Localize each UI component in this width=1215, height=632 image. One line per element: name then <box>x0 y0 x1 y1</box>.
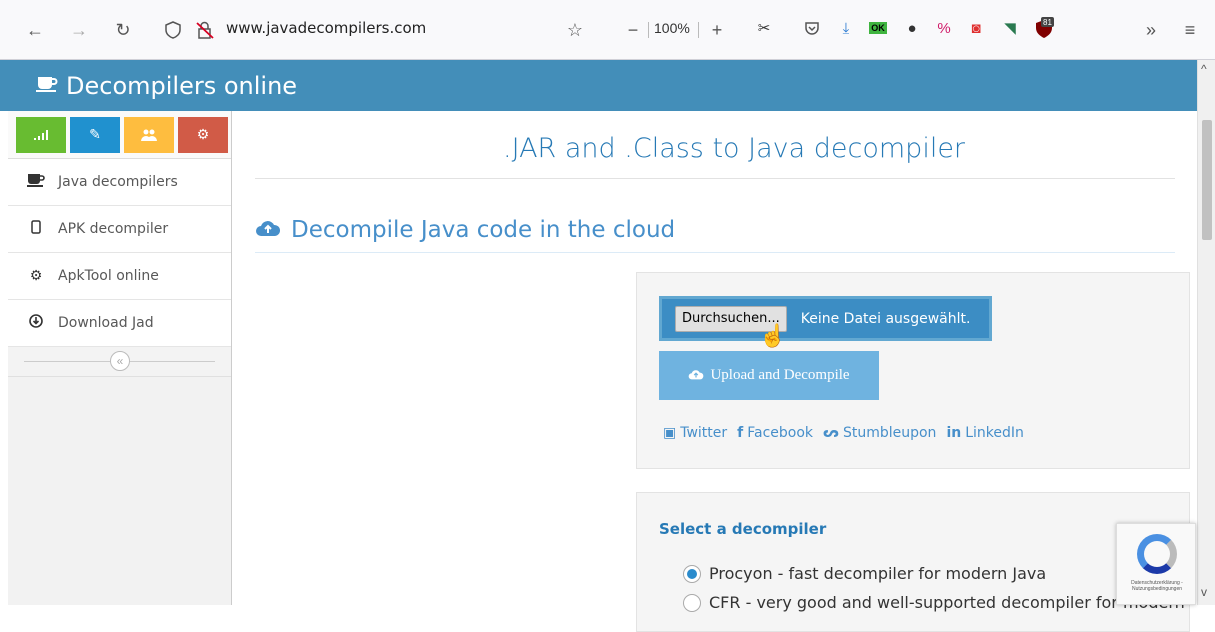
screenshot-extension-icon[interactable]: ✂ <box>752 16 776 40</box>
recaptcha-badge[interactable]: Datenschutzerklärung - Nutzungsbedingung… <box>1116 523 1196 605</box>
sidebar-item-label: ApkTool online <box>58 268 159 284</box>
sidebar-item-apktool-online[interactable]: ⚙ ApkTool online <box>8 253 231 300</box>
zoom-level[interactable]: 100% <box>654 20 690 36</box>
sidebar: ✎ ⚙ Java decompilers APK decompiler ⚙ Ap… <box>8 111 232 605</box>
twitter-link[interactable]: ▣ Twitter <box>663 425 727 441</box>
radio-button[interactable] <box>683 593 701 612</box>
stumbleupon-icon: ᔕ <box>823 425 839 441</box>
scroll-thumb[interactable] <box>1202 120 1212 240</box>
linkedin-icon: in <box>946 425 962 441</box>
twitter-icon: ▣ <box>663 425 677 441</box>
recaptcha-text[interactable]: Datenschutzerklärung - Nutzungsbedingung… <box>1121 580 1193 592</box>
link-extension-icon[interactable]: % <box>932 16 956 40</box>
zoom-in-button[interactable]: + <box>702 15 732 45</box>
facebook-link[interactable]: f Facebook <box>737 425 813 441</box>
ublock-extension-icon[interactable]: 81 <box>1032 16 1056 40</box>
coffee-cup-icon <box>36 74 58 98</box>
ok-extension-label: OK <box>869 22 887 34</box>
decompiler-option[interactable]: CFR - very good and well-supported decom… <box>683 593 1185 612</box>
divider <box>648 22 649 38</box>
browser-toolbar: ← → ↻ www.javadecompilers.com ☆ − 100% +… <box>0 0 1215 60</box>
upload-panel: Durchsuchen... Keine Datei ausgewählt. ☝… <box>636 272 1190 469</box>
hamburger-menu-icon[interactable]: ≡ <box>1175 15 1205 45</box>
reload-icon[interactable]: ↻ <box>108 15 138 45</box>
decompiler-select-panel: Select a decompiler Procyon - fast decom… <box>636 492 1190 632</box>
download-icon[interactable]: ⤓ <box>834 16 858 40</box>
forward-arrow-icon[interactable]: → <box>64 15 94 45</box>
upload-button-label: Upload and Decompile <box>710 367 850 383</box>
file-status: Keine Datei ausgewählt. <box>800 310 971 327</box>
cloud-upload-icon <box>688 368 704 384</box>
stumbleupon-label: Stumbleupon <box>842 425 937 441</box>
linkedin-link[interactable]: in LinkedIn <box>946 425 1023 441</box>
scroll-up-icon[interactable]: ^ <box>1201 62 1207 76</box>
main-content: .JAR and .Class to Java decompiler Decom… <box>233 111 1197 632</box>
section-title: Decompile Java code in the cloud <box>255 217 675 243</box>
bookmark-star-icon[interactable]: ☆ <box>560 15 590 45</box>
sidebar-collapse-row: « <box>8 347 231 377</box>
divider <box>255 252 1175 253</box>
ok-extension-icon[interactable]: OK <box>866 16 890 40</box>
coffee-cup-icon <box>24 173 48 191</box>
zoom-out-button[interactable]: − <box>618 15 648 45</box>
camera-extension-icon[interactable]: ◙ <box>964 16 988 40</box>
signal-bars-icon[interactable] <box>16 116 66 153</box>
brand-title[interactable]: Decompilers online <box>66 72 297 100</box>
cloud-upload-icon <box>255 218 281 242</box>
gear-icon: ⚙ <box>29 268 43 284</box>
hand-cursor-icon: ☝ <box>759 323 787 348</box>
section-title-text: Decompile Java code in the cloud <box>291 217 676 243</box>
mobile-phone-icon <box>24 220 48 238</box>
decompiler-option-label: CFR - very good and well-supported decom… <box>709 593 1185 612</box>
scroll-down-icon[interactable]: v <box>1201 585 1207 599</box>
divider <box>255 178 1175 179</box>
extension-icon[interactable]: ● <box>900 16 924 40</box>
pencil-icon[interactable]: ✎ <box>70 116 120 153</box>
sidebar-item-java-decompilers[interactable]: Java decompilers <box>8 159 231 206</box>
sidebar-item-label: Java decompilers <box>58 174 178 190</box>
upload-decompile-button[interactable]: Upload and Decompile <box>659 351 879 400</box>
sidebar-item-apk-decompiler[interactable]: APK decompiler <box>8 206 231 253</box>
twitter-label: Twitter <box>680 425 728 441</box>
overflow-menu-icon[interactable]: » <box>1136 15 1166 45</box>
sidebar-item-label: APK decompiler <box>58 221 169 237</box>
pocket-icon[interactable] <box>800 16 824 40</box>
shield-icon[interactable] <box>158 15 188 45</box>
back-arrow-icon[interactable]: ← <box>20 15 50 45</box>
facebook-label: Facebook <box>747 425 814 441</box>
linkedin-label: LinkedIn <box>965 425 1024 441</box>
sidebar-item-download-jad[interactable]: Download Jad <box>8 300 231 347</box>
select-title: Select a decompiler <box>659 520 827 538</box>
radio-button[interactable] <box>683 564 701 583</box>
site-header: Decompilers online <box>0 60 1197 111</box>
extension-icon[interactable]: ◥ <box>998 16 1022 40</box>
page-title: .JAR and .Class to Java decompiler <box>503 133 966 164</box>
url-bar[interactable]: www.javadecompilers.com <box>226 19 426 37</box>
collapse-sidebar-icon[interactable]: « <box>110 351 130 371</box>
sidebar-shortcuts: ✎ ⚙ <box>8 111 231 159</box>
insecure-lock-icon[interactable] <box>190 15 220 45</box>
stumbleupon-link[interactable]: ᔕ Stumbleupon <box>823 425 936 441</box>
download-circle-icon <box>24 314 48 332</box>
sidebar-item-label: Download Jad <box>58 315 154 331</box>
users-icon[interactable] <box>124 116 174 153</box>
share-links: ▣ Twitter f Facebook ᔕ Stumbleupon in Linked… <box>663 425 1024 441</box>
page-scrollbar[interactable]: ^ v <box>1197 60 1215 605</box>
decompiler-option-label: Procyon - fast decompiler for modern Jav… <box>709 564 1047 583</box>
recaptcha-icon <box>1137 534 1177 574</box>
facebook-icon: f <box>737 425 744 441</box>
divider <box>698 22 699 38</box>
decompiler-option[interactable]: Procyon - fast decompiler for modern Jav… <box>683 564 1046 583</box>
badge-count: 81 <box>1043 18 1052 27</box>
cogs-icon[interactable]: ⚙ <box>178 116 228 153</box>
file-input[interactable]: Durchsuchen... Keine Datei ausgewählt. <box>659 296 992 341</box>
